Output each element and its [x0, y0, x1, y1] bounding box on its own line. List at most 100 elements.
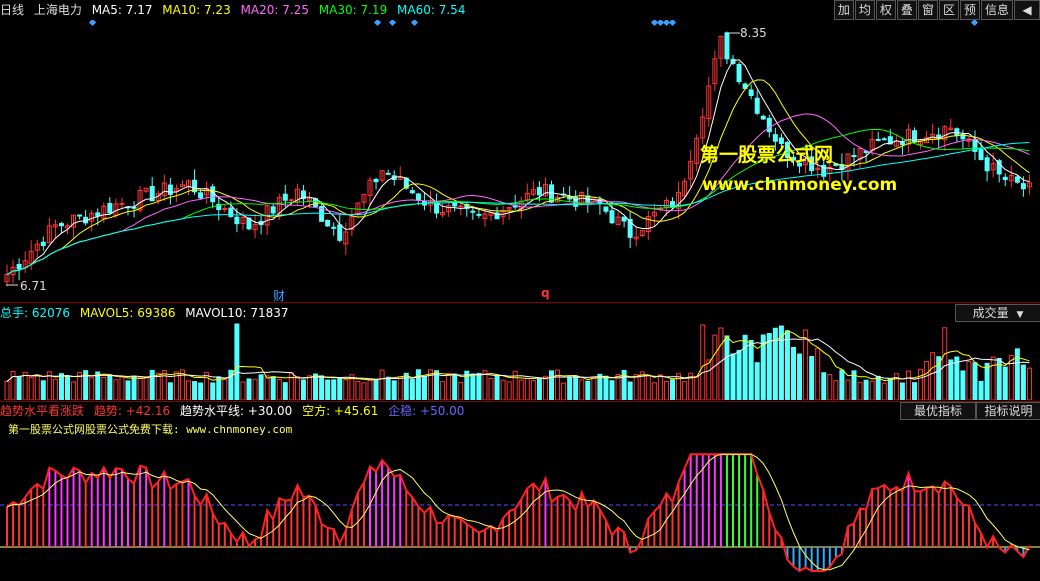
volume-bar: [28, 377, 34, 400]
candle-body: [325, 219, 331, 227]
signal-diamond: [662, 20, 671, 27]
volume-bar: [10, 371, 16, 400]
chart-header: 日线 上海电力 MA5: 7.17 MA10: 7.23 MA20: 7.25 …: [0, 0, 845, 20]
volume-bar: [325, 379, 331, 400]
scroll-left-icon[interactable]: ◀: [1014, 0, 1040, 20]
volume-bar: [1020, 364, 1026, 400]
volume-bar: [585, 380, 591, 400]
toolbar-button-jia[interactable]: 加: [833, 0, 854, 20]
volume-bar: [603, 375, 609, 400]
signal-diamond: [656, 20, 665, 27]
volume-bar: [561, 382, 567, 400]
stable-value: 企稳: +50.00: [388, 404, 465, 418]
volume-bar: [137, 377, 143, 400]
ma10-value: MA10: 7.23: [162, 3, 231, 17]
volume-chart[interactable]: [0, 322, 1040, 400]
volume-bar: [500, 379, 506, 400]
signal-diamond: [88, 20, 97, 27]
candle-body: [748, 89, 754, 96]
volume-bar: [458, 381, 464, 400]
volume-bar: [294, 376, 300, 400]
volume-bar: [839, 369, 845, 400]
volume-bar: [567, 377, 573, 400]
watermark-line2: www.chnmoney.com: [702, 175, 898, 195]
volume-bar: [494, 375, 500, 400]
volume-bar: [815, 347, 821, 400]
volume-bar: [65, 375, 70, 400]
volume-selector[interactable]: 成交量 ▼: [955, 304, 1040, 322]
toolbar-button-quan[interactable]: 权: [875, 0, 896, 20]
volume-bar: [391, 380, 397, 400]
candle-body: [851, 155, 857, 158]
volume-bar: [549, 370, 554, 400]
volume-bar: [276, 378, 282, 400]
volume-bar: [143, 376, 149, 400]
volume-bar: [899, 382, 905, 400]
volume-bar: [155, 372, 161, 400]
ma30-value: MA30: 7.19: [318, 3, 388, 17]
volume-bar: [210, 382, 216, 400]
volume-bar: [198, 382, 204, 400]
candle-body: [536, 187, 542, 196]
signal-diamond: [970, 20, 979, 27]
volume-bar: [657, 374, 663, 400]
period-label: 日线: [0, 3, 25, 17]
volume-bar: [573, 375, 579, 400]
volume-bar: [452, 373, 458, 400]
ma5-value: MA5: 7.17: [91, 3, 153, 17]
volume-bar: [609, 380, 615, 400]
volume-bar: [706, 359, 712, 400]
best-indicator-button[interactable]: 最优指标: [900, 402, 976, 420]
volume-bar: [663, 380, 669, 400]
volume-bar: [627, 381, 633, 400]
signal-diamond: [373, 20, 382, 27]
toolbar-button-die[interactable]: 叠: [896, 0, 917, 20]
volume-bar: [869, 380, 875, 400]
volume-bar: [875, 375, 881, 400]
candle-body: [452, 202, 458, 207]
indicator-chart[interactable]: [0, 421, 1040, 581]
volume-bar: [936, 356, 942, 400]
panel-separator: [0, 401, 1040, 402]
volume-bar: [827, 374, 833, 400]
volume-bar: [766, 333, 772, 400]
volume-bar: [4, 380, 10, 400]
volume-bar: [748, 339, 754, 400]
candle-body: [270, 206, 276, 214]
bear-line: [6, 453, 1030, 571]
candle-body: [754, 97, 760, 114]
volume-bar: [234, 323, 240, 400]
volume-bar: [421, 376, 427, 400]
indicator-help-button[interactable]: 指标说明: [976, 402, 1040, 420]
volume-bar: [542, 375, 548, 400]
volume-bar: [252, 378, 258, 400]
volume-bar: [313, 373, 319, 400]
toolbar-button-qu[interactable]: 区: [938, 0, 959, 20]
volume-bar: [107, 374, 113, 400]
volume-bar: [409, 379, 415, 400]
volume-bar: [912, 382, 917, 400]
price-chart[interactable]: [0, 20, 1040, 300]
volume-bar: [579, 379, 585, 400]
toolbar-button-jun[interactable]: 均: [854, 0, 875, 20]
candle-body: [603, 206, 609, 212]
candle-body: [167, 184, 173, 195]
indicator-name: 趋势水平看涨跌: [0, 404, 85, 418]
toolbar-button-chuang[interactable]: 窗: [917, 0, 938, 20]
trend-line: [6, 453, 1031, 573]
volume-bar: [476, 372, 482, 400]
toolbar-button-info[interactable]: 信息: [980, 0, 1013, 20]
volume-bar: [192, 381, 198, 400]
q-marker[interactable]: q: [541, 286, 550, 300]
toolbar-button-yu[interactable]: 预: [959, 0, 980, 20]
candle-body: [415, 193, 421, 201]
volume-bar: [924, 361, 930, 400]
panel-separator: [0, 302, 1040, 303]
candle-body: [984, 157, 990, 172]
volume-bar: [101, 377, 107, 400]
candle-body: [1020, 183, 1026, 190]
volume-bar: [633, 374, 639, 400]
volume-bar: [682, 381, 688, 400]
volume-bar: [367, 379, 373, 400]
candle-body: [736, 63, 742, 83]
